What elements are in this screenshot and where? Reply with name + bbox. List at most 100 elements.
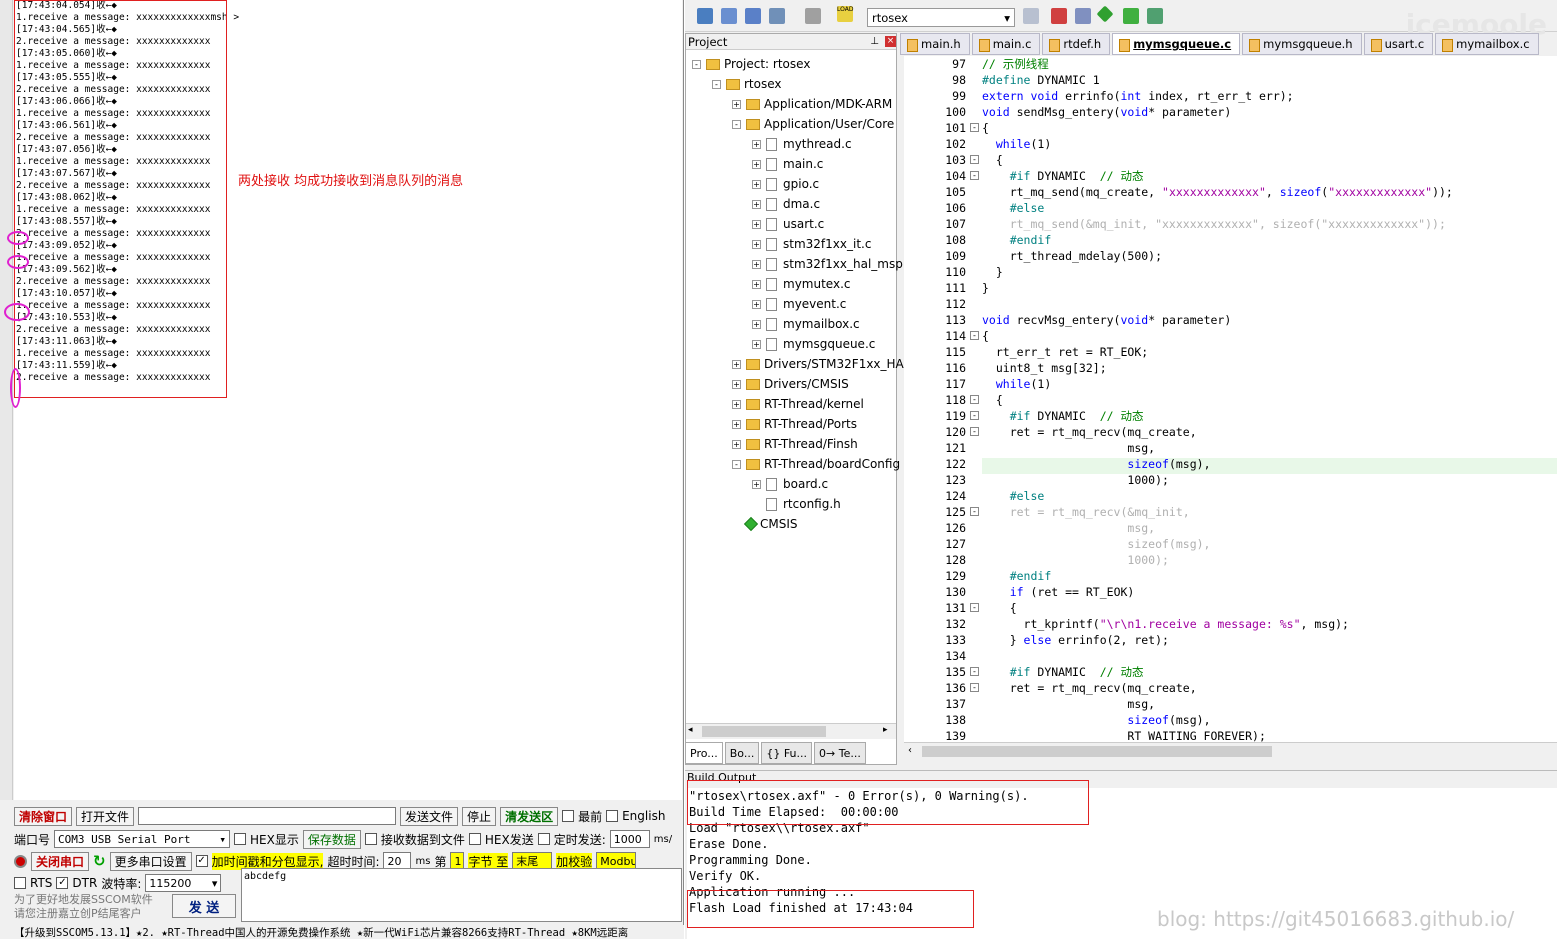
- collapse-icon[interactable]: -: [692, 59, 701, 69]
- expand-icon[interactable]: +: [752, 259, 761, 269]
- expand-icon[interactable]: +: [752, 319, 761, 329]
- load-icon[interactable]: LOAD: [837, 6, 853, 22]
- scroll-left-icon[interactable]: ‹: [908, 745, 912, 756]
- editor-hscrollbar[interactable]: ‹: [904, 742, 1557, 760]
- topmost-checkbox[interactable]: [562, 810, 575, 822]
- editor-tab[interactable]: rtdef.h: [1042, 33, 1111, 55]
- clear-send-button[interactable]: 清发送区: [500, 806, 559, 826]
- fold-icon[interactable]: -: [970, 603, 979, 612]
- timestamp-checkbox[interactable]: ✓: [195, 855, 208, 867]
- expand-icon[interactable]: +: [752, 179, 761, 189]
- open-file-button[interactable]: 打开文件: [76, 806, 135, 826]
- tree-item[interactable]: + RT-Thread/Ports: [732, 414, 857, 434]
- expand-icon[interactable]: +: [752, 159, 761, 169]
- tree-item[interactable]: - Application/User/Core: [732, 114, 894, 134]
- tree-item[interactable]: + usart.c: [752, 214, 824, 234]
- tree-item[interactable]: - Project: rtosex: [692, 54, 810, 74]
- scroll-thumb[interactable]: [922, 746, 1272, 757]
- stop-button[interactable]: 停止: [462, 806, 497, 826]
- close-port-button[interactable]: 关闭串口: [31, 851, 90, 871]
- tree-item[interactable]: CMSIS: [732, 514, 798, 534]
- editor-tab[interactable]: mymsgqueue.c: [1112, 33, 1241, 55]
- stop-build-icon[interactable]: [805, 8, 821, 24]
- refresh-icon[interactable]: ↻: [93, 852, 106, 870]
- panel-tab[interactable]: Bo...: [724, 742, 760, 764]
- scroll-right-icon[interactable]: ▸: [883, 725, 888, 735]
- expand-icon[interactable]: +: [752, 239, 761, 249]
- project-hscrollbar[interactable]: ◂ ▸: [686, 723, 896, 739]
- hex-display-checkbox[interactable]: [234, 833, 247, 845]
- tree-item[interactable]: + mymutex.c: [752, 274, 850, 294]
- expand-icon[interactable]: +: [732, 419, 741, 429]
- code-editor[interactable]: 97 98 99 100 101-102 103-104-105 106 107 108 109 1…: [904, 56, 1557, 742]
- editor-tab[interactable]: main.c: [971, 33, 1041, 55]
- send-file-button[interactable]: 发送文件: [400, 806, 459, 826]
- file-extensions-icon[interactable]: [1051, 8, 1067, 24]
- target-options-icon[interactable]: [1023, 8, 1039, 24]
- collapse-icon[interactable]: -: [732, 119, 741, 129]
- scroll-thumb[interactable]: [702, 726, 826, 737]
- tree-item[interactable]: + stm32f1xx_hal_msp.: [752, 254, 907, 274]
- expand-icon[interactable]: +: [752, 479, 761, 489]
- panel-tab[interactable]: Pro...: [685, 742, 723, 764]
- rts-checkbox[interactable]: [14, 877, 26, 889]
- batch-build-icon[interactable]: [769, 8, 785, 24]
- timed-send-checkbox[interactable]: [537, 833, 550, 845]
- component-icon[interactable]: [1147, 8, 1163, 24]
- save-data-button[interactable]: 保存数据: [302, 829, 361, 849]
- expand-icon[interactable]: +: [732, 359, 741, 369]
- panel-tab[interactable]: 0→ Te...: [814, 742, 866, 764]
- more-settings-button[interactable]: 更多串口设置: [109, 851, 192, 871]
- fold-icon[interactable]: -: [970, 123, 979, 132]
- scroll-left-icon[interactable]: ◂: [688, 725, 693, 735]
- close-icon[interactable]: ×: [885, 36, 896, 47]
- english-checkbox[interactable]: [606, 810, 619, 822]
- fold-icon[interactable]: -: [970, 667, 979, 676]
- baud-select[interactable]: 115200 ▾: [145, 874, 222, 892]
- tree-item[interactable]: + mymailbox.c: [752, 314, 860, 334]
- tree-item[interactable]: + RT-Thread/kernel: [732, 394, 864, 414]
- expand-icon[interactable]: +: [732, 399, 741, 409]
- fold-icon[interactable]: -: [970, 507, 979, 516]
- timed-interval-input[interactable]: 1000: [609, 830, 650, 848]
- tree-item[interactable]: + stm32f1xx_it.c: [752, 234, 871, 254]
- expand-icon[interactable]: +: [752, 339, 761, 349]
- fold-icon[interactable]: -: [970, 427, 979, 436]
- fold-icon[interactable]: -: [970, 683, 979, 692]
- runtime-env-icon[interactable]: [1096, 5, 1114, 23]
- port-select[interactable]: COM3 USB Serial Port ▾: [54, 830, 231, 848]
- tree-item[interactable]: + board.c: [752, 474, 828, 494]
- editor-tab[interactable]: usart.c: [1363, 33, 1434, 55]
- rebuild-icon[interactable]: [745, 8, 761, 24]
- pack-installer-icon[interactable]: [1123, 8, 1139, 24]
- expand-icon[interactable]: +: [732, 99, 741, 109]
- fold-icon[interactable]: -: [970, 331, 979, 340]
- tree-item[interactable]: + mymsgqueue.c: [752, 334, 875, 354]
- clear-window-button[interactable]: 清除窗口: [14, 806, 73, 826]
- translate-icon[interactable]: [697, 8, 713, 24]
- expand-icon[interactable]: +: [752, 299, 761, 309]
- send-button[interactable]: 发 送: [172, 894, 236, 918]
- pin-icon[interactable]: ⊥: [870, 36, 879, 47]
- tree-item[interactable]: + main.c: [752, 154, 823, 174]
- collapse-icon[interactable]: -: [712, 79, 721, 89]
- dtr-checkbox[interactable]: ✓: [56, 877, 69, 889]
- manage-packs-icon[interactable]: [1075, 8, 1091, 24]
- expand-icon[interactable]: +: [752, 139, 761, 149]
- recv-to-file-checkbox[interactable]: [364, 833, 377, 845]
- expand-icon[interactable]: +: [752, 279, 761, 289]
- tree-item[interactable]: - RT-Thread/boardConfig: [732, 454, 900, 474]
- tree-item[interactable]: + dma.c: [752, 194, 820, 214]
- tree-item[interactable]: rtconfig.h: [752, 494, 841, 514]
- tree-item[interactable]: + myevent.c: [752, 294, 846, 314]
- send-textarea[interactable]: abcdefg: [241, 868, 682, 922]
- tree-item[interactable]: + Application/MDK-ARM: [732, 94, 892, 114]
- tree-item[interactable]: + Drivers/CMSIS: [732, 374, 849, 394]
- tree-item[interactable]: + Drivers/STM32F1xx_HAL: [732, 354, 910, 374]
- panel-tab[interactable]: {} Fu...: [761, 742, 813, 764]
- tree-item[interactable]: - rtosex: [712, 74, 782, 94]
- expand-icon[interactable]: +: [732, 379, 741, 389]
- hex-send-checkbox[interactable]: [468, 833, 481, 845]
- expand-icon[interactable]: +: [752, 199, 761, 209]
- expand-icon[interactable]: +: [752, 219, 761, 229]
